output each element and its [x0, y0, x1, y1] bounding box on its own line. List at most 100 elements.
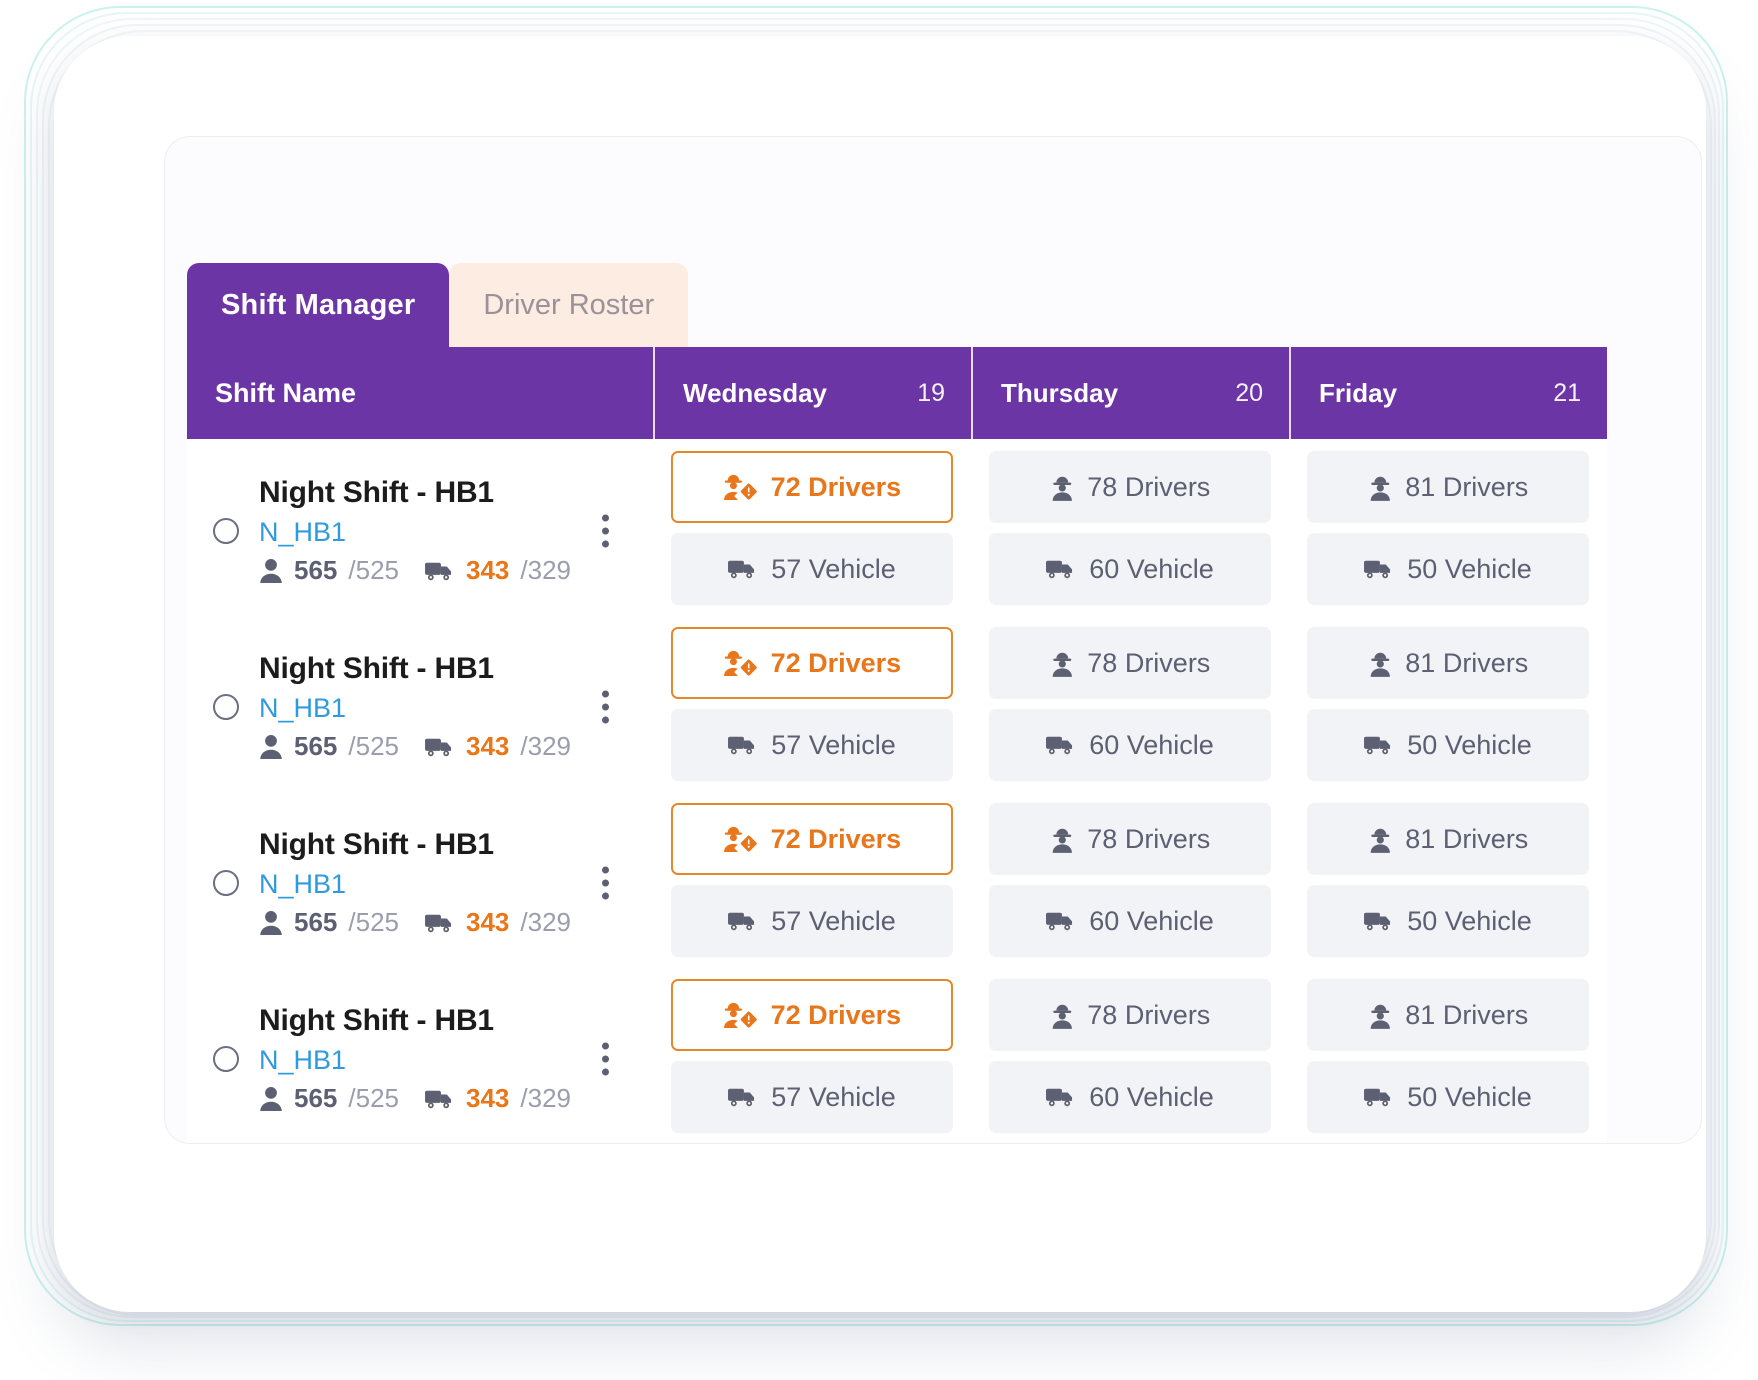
- day-cell: 78 Drivers 60 Vehicle: [971, 975, 1289, 1143]
- column-header-day-date: 21: [1553, 379, 1581, 408]
- vehicles-chip[interactable]: 50 Vehicle: [1307, 1061, 1589, 1133]
- radio-unchecked-icon[interactable]: [213, 694, 239, 720]
- truck-icon: [425, 559, 455, 582]
- truck-icon: [425, 911, 455, 934]
- truck-icon: [728, 557, 758, 580]
- driver-capacity-total: /525: [348, 907, 399, 938]
- tab-driver-roster[interactable]: Driver Roster: [449, 263, 688, 347]
- drivers-chip[interactable]: 72 Drivers: [671, 627, 953, 699]
- driver-capacity-stat: 565/525: [259, 1083, 399, 1114]
- worker-icon: [1368, 474, 1393, 501]
- shift-code-link[interactable]: N_HB1: [259, 693, 571, 724]
- drivers-chip[interactable]: 78 Drivers: [989, 451, 1271, 523]
- radio-unchecked-icon[interactable]: [213, 518, 239, 544]
- vehicle-capacity-total: /329: [520, 731, 571, 762]
- shift-name-cell: Night Shift - HB1 N_HB1 565/525 343/329: [187, 447, 653, 615]
- vehicles-chip-label: 50 Vehicle: [1407, 1082, 1532, 1113]
- worker-icon: [1368, 650, 1393, 677]
- tab-shift-manager[interactable]: Shift Manager: [187, 263, 449, 347]
- drivers-chip[interactable]: 81 Drivers: [1307, 451, 1589, 523]
- shift-title: Night Shift - HB1: [259, 476, 571, 510]
- day-cell: 78 Drivers 60 Vehicle: [971, 799, 1289, 967]
- vehicles-chip-label: 57 Vehicle: [771, 1082, 896, 1113]
- truck-icon: [425, 1087, 455, 1110]
- vehicles-chip[interactable]: 60 Vehicle: [989, 885, 1271, 957]
- drivers-chip-label: 78 Drivers: [1087, 824, 1210, 855]
- vehicles-chip-label: 57 Vehicle: [771, 906, 896, 937]
- tab-label: Driver Roster: [483, 289, 654, 322]
- shift-code-link[interactable]: N_HB1: [259, 517, 571, 548]
- shift-code-link[interactable]: N_HB1: [259, 1045, 571, 1076]
- vehicles-chip[interactable]: 50 Vehicle: [1307, 533, 1589, 605]
- drivers-chip[interactable]: 72 Drivers: [671, 803, 953, 875]
- column-header-wednesday[interactable]: Wednesday19: [653, 347, 971, 439]
- drivers-chip[interactable]: 81 Drivers: [1307, 627, 1589, 699]
- vehicles-chip-label: 60 Vehicle: [1089, 730, 1214, 761]
- day-cell: 72 Drivers 57 Vehicle: [653, 623, 971, 791]
- vehicles-chip[interactable]: 57 Vehicle: [671, 533, 953, 605]
- column-header-day-name: Wednesday: [683, 378, 827, 409]
- day-cell: 81 Drivers 50 Vehicle: [1289, 799, 1607, 967]
- drivers-chip-label: 72 Drivers: [771, 1000, 902, 1031]
- drivers-chip[interactable]: 78 Drivers: [989, 979, 1271, 1051]
- vehicles-chip[interactable]: 50 Vehicle: [1307, 709, 1589, 781]
- vehicles-chip[interactable]: 57 Vehicle: [671, 885, 953, 957]
- tab-label: Shift Manager: [221, 289, 415, 322]
- kebab-menu-icon[interactable]: [602, 691, 609, 724]
- drivers-chip-label: 72 Drivers: [771, 472, 902, 503]
- person-icon: [259, 558, 283, 584]
- person-icon: [259, 910, 283, 936]
- truck-icon: [1046, 909, 1076, 932]
- driver-capacity-current: 565: [294, 555, 337, 586]
- shift-name-cell: Night Shift - HB1 N_HB1 565/525 343/329: [187, 975, 653, 1143]
- drivers-chip-label: 81 Drivers: [1405, 648, 1528, 679]
- truck-icon: [1046, 557, 1076, 580]
- truck-icon: [1364, 557, 1394, 580]
- vehicles-chip-label: 57 Vehicle: [771, 730, 896, 761]
- truck-icon: [425, 735, 455, 758]
- vehicles-chip[interactable]: 50 Vehicle: [1307, 885, 1589, 957]
- column-header-day-name: Thursday: [1001, 378, 1118, 409]
- vehicle-capacity-current: 343: [466, 555, 509, 586]
- drivers-chip[interactable]: 78 Drivers: [989, 803, 1271, 875]
- day-cell: 81 Drivers 50 Vehicle: [1289, 447, 1607, 615]
- vehicle-capacity-total: /329: [520, 907, 571, 938]
- drivers-chip[interactable]: 78 Drivers: [989, 627, 1271, 699]
- vehicles-chip[interactable]: 57 Vehicle: [671, 1061, 953, 1133]
- vehicles-chip-label: 60 Vehicle: [1089, 906, 1214, 937]
- vehicles-chip[interactable]: 60 Vehicle: [989, 533, 1271, 605]
- column-header-friday[interactable]: Friday21: [1289, 347, 1607, 439]
- table-row: Night Shift - HB1 N_HB1 565/525 343/329: [187, 791, 1607, 967]
- radio-unchecked-icon[interactable]: [213, 870, 239, 896]
- drivers-chip[interactable]: 72 Drivers: [671, 451, 953, 523]
- drivers-chip[interactable]: 81 Drivers: [1307, 803, 1589, 875]
- truck-icon: [1046, 1085, 1076, 1108]
- column-header-shift-name-label: Shift Name: [215, 378, 356, 409]
- drivers-chip-label: 78 Drivers: [1087, 472, 1210, 503]
- shift-title: Night Shift - HB1: [259, 652, 571, 686]
- kebab-menu-icon[interactable]: [602, 515, 609, 548]
- drivers-chip-label: 78 Drivers: [1087, 648, 1210, 679]
- drivers-chip[interactable]: 81 Drivers: [1307, 979, 1589, 1051]
- vehicles-chip[interactable]: 60 Vehicle: [989, 1061, 1271, 1133]
- kebab-menu-icon[interactable]: [602, 867, 609, 900]
- day-cell: 72 Drivers 57 Vehicle: [653, 447, 971, 615]
- table-row: Night Shift - HB1 N_HB1 565/525 343/329: [187, 615, 1607, 791]
- vehicles-chip-label: 50 Vehicle: [1407, 554, 1532, 585]
- shift-code-link[interactable]: N_HB1: [259, 869, 571, 900]
- vehicles-chip[interactable]: 60 Vehicle: [989, 709, 1271, 781]
- truck-icon: [1364, 733, 1394, 756]
- vehicle-capacity-stat: 343/329: [425, 731, 571, 762]
- table-row: Night Shift - HB1 N_HB1 565/525 343/329: [187, 439, 1607, 615]
- vehicle-capacity-current: 343: [466, 731, 509, 762]
- column-header-shift-name[interactable]: Shift Name: [187, 347, 653, 439]
- worker-icon: [1050, 474, 1075, 501]
- driver-capacity-total: /525: [348, 731, 399, 762]
- vehicles-chip[interactable]: 57 Vehicle: [671, 709, 953, 781]
- radio-unchecked-icon[interactable]: [213, 1046, 239, 1072]
- shift-name-cell: Night Shift - HB1 N_HB1 565/525 343/329: [187, 799, 653, 967]
- kebab-menu-icon[interactable]: [602, 1043, 609, 1076]
- drivers-chip[interactable]: 72 Drivers: [671, 979, 953, 1051]
- column-header-thursday[interactable]: Thursday20: [971, 347, 1289, 439]
- vehicle-capacity-stat: 343/329: [425, 1083, 571, 1114]
